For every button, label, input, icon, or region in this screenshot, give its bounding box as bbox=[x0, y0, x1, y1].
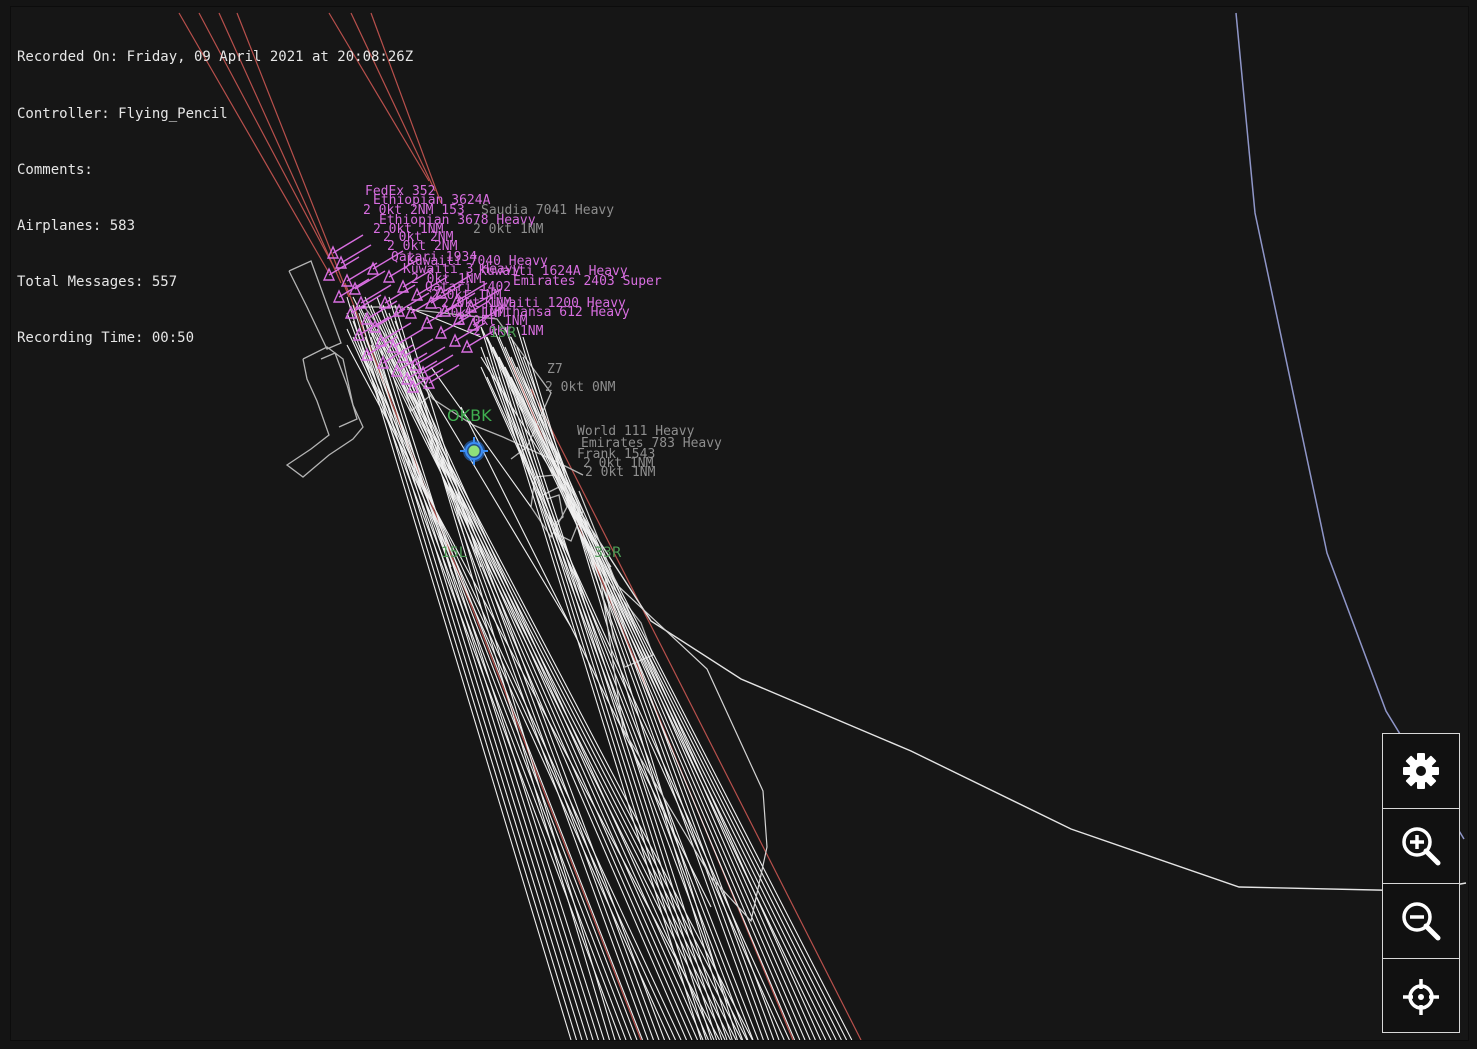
controller-text: Controller: Flying_Pencil bbox=[17, 105, 228, 122]
center-map-button[interactable] bbox=[1383, 959, 1459, 1034]
radar-replay-screen: FedEx 352 Ethiopian 3624A 2 0kt 2NM 153 … bbox=[0, 0, 1477, 1049]
aircraft-label[interactable]: Emirates 2403 Super bbox=[513, 274, 662, 289]
zoom-out-button[interactable] bbox=[1383, 884, 1459, 959]
zoom-in-button[interactable] bbox=[1383, 809, 1459, 884]
runway-label-15l: 15L bbox=[441, 545, 467, 561]
settings-button[interactable] bbox=[1383, 734, 1459, 809]
boundary-line bbox=[1235, 12, 1465, 840]
runway-label-15r: 15R bbox=[489, 325, 517, 341]
recorded-on-text: Recorded On: Friday, 09 April 2021 at 20… bbox=[17, 49, 414, 66]
aircraft-status: 2 0kt 1NM bbox=[585, 465, 656, 480]
map-toolbar bbox=[1382, 733, 1460, 1033]
airport-icao-label[interactable]: OKBK bbox=[447, 406, 492, 425]
total-messages-text: Total Messages: 557 bbox=[17, 273, 178, 290]
aircraft-status: 2 0kt 1NM bbox=[473, 222, 544, 237]
recording-info: Recorded On: Friday, 09 April 2021 at 20… bbox=[17, 11, 413, 385]
zoom-out-icon bbox=[1399, 899, 1443, 943]
airplanes-count-text: Airplanes: 583 bbox=[17, 217, 136, 234]
runway-label-33r: 33R bbox=[594, 545, 622, 561]
aircraft-label[interactable]: Saudia 7041 Heavy bbox=[481, 203, 614, 218]
aircraft-tracks bbox=[346, 296, 853, 1040]
comments-text: Comments: bbox=[17, 161, 93, 178]
radar-display[interactable]: FedEx 352 Ethiopian 3624A 2 0kt 2NM 153 … bbox=[10, 6, 1469, 1041]
aircraft-status: 2 0kt 0NM bbox=[545, 380, 616, 395]
zoom-in-icon bbox=[1399, 824, 1443, 868]
gear-icon bbox=[1401, 751, 1441, 791]
crosshair-icon bbox=[1401, 977, 1441, 1017]
aircraft-label[interactable]: Z7 bbox=[547, 362, 563, 377]
recording-time-text: Recording Time: 00:50 bbox=[17, 329, 195, 346]
